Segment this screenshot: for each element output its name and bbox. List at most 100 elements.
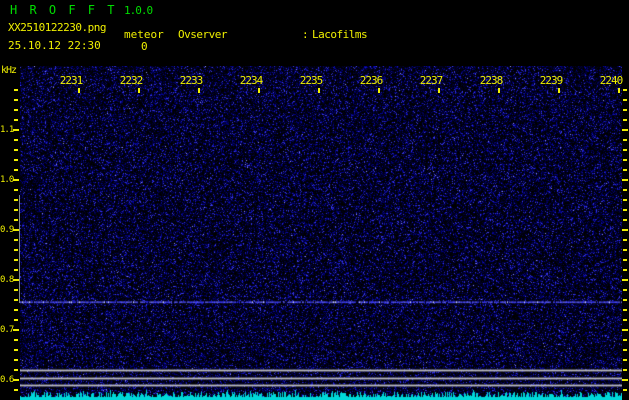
freq-tick-left [13, 229, 19, 231]
freq-tick-right [623, 369, 627, 371]
freq-tick-left [14, 139, 18, 141]
freq-tick-right [623, 209, 627, 211]
freq-tick-left [14, 159, 18, 161]
freq-tick-left [13, 129, 19, 131]
freq-tick-label: 0.7 [0, 325, 14, 335]
info-value: Lacofilms [312, 28, 368, 41]
time-tick-label: 2233 [179, 74, 204, 87]
freq-tick-right [623, 99, 627, 101]
freq-tick-right [623, 219, 627, 221]
time-tick-label: 2238 [479, 74, 504, 87]
freq-tick-left [14, 239, 18, 241]
freq-tick-right [623, 319, 627, 321]
time-tick-label: 2236 [359, 74, 384, 87]
echo-count: 0 [141, 40, 148, 53]
freq-tick-left [14, 349, 18, 351]
freq-tick-left [13, 379, 19, 381]
time-tick-label: 2235 [299, 74, 324, 87]
freq-tick-label: 1.0 [0, 175, 14, 185]
time-tick [258, 88, 260, 93]
time-tick [618, 88, 620, 93]
freq-tick-left [14, 189, 18, 191]
time-tick-label: 2234 [239, 74, 264, 87]
time-tick [198, 88, 200, 93]
info-label: Ovserver [178, 28, 227, 41]
freq-tick-right [622, 129, 628, 131]
info-row-observer: Ovserver: Lacofilms [178, 29, 453, 41]
time-tick-label: 2232 [119, 74, 144, 87]
freq-tick-left [14, 269, 18, 271]
time-tick [558, 88, 560, 93]
freq-tick-left [13, 279, 19, 281]
freq-tick-label: 0.6 [0, 375, 14, 385]
freq-tick-right [623, 249, 627, 251]
freq-tick-left [13, 329, 19, 331]
freq-tick-right [623, 349, 627, 351]
freq-tick-left [14, 89, 18, 91]
freq-tick-left [13, 179, 19, 181]
time-tick [78, 88, 80, 93]
capture-filename: XX2510122230.png [8, 21, 106, 34]
freq-tick-right [623, 149, 627, 151]
freq-tick-right [623, 189, 627, 191]
freq-tick-right [623, 339, 627, 341]
freq-tick-left [14, 309, 18, 311]
freq-tick-label: 1.1 [0, 125, 14, 135]
freq-tick-right [623, 309, 627, 311]
freq-tick-right [623, 389, 627, 391]
freq-tick-right [623, 199, 627, 201]
freq-tick-right [622, 229, 628, 231]
freq-tick-right [623, 299, 627, 301]
freq-tick-left [14, 259, 18, 261]
freq-tick-right [623, 259, 627, 261]
freq-tick-right [622, 329, 628, 331]
time-tick-label: 2231 [59, 74, 84, 87]
freq-tick-left [14, 99, 18, 101]
capture-timestamp: 25.10.12 22:30 [8, 39, 101, 52]
freq-tick-right [623, 359, 627, 361]
freq-tick-right [623, 169, 627, 171]
freq-tick-right [623, 109, 627, 111]
freq-tick-left [14, 389, 18, 391]
time-tick [498, 88, 500, 93]
app-version: 1.0.0 [124, 4, 153, 17]
freq-tick-right [623, 89, 627, 91]
freq-tick-left [14, 249, 18, 251]
freq-tick-right [623, 139, 627, 141]
freq-tick-right [623, 269, 627, 271]
freq-tick-left [14, 369, 18, 371]
freq-tick-label: 0.8 [0, 275, 14, 285]
freq-tick-right [622, 179, 628, 181]
freq-tick-left [14, 339, 18, 341]
info-separator: : [302, 28, 309, 41]
freq-tick-left [14, 299, 18, 301]
freq-tick-left [14, 359, 18, 361]
freq-tick-left [14, 209, 18, 211]
freq-tick-label: 0.9 [0, 225, 14, 235]
freq-tick-left [14, 109, 18, 111]
freq-tick-left [14, 199, 18, 201]
freq-tick-right [623, 289, 627, 291]
freq-axis-unit-label: kHz [1, 65, 17, 76]
freq-tick-left [14, 219, 18, 221]
time-tick [318, 88, 320, 93]
freq-tick-left [14, 169, 18, 171]
freq-tick-right [623, 239, 627, 241]
app-title: H R O F F T [10, 3, 117, 17]
freq-tick-right [622, 379, 628, 381]
time-tick [438, 88, 440, 93]
vertical-marker-line [19, 195, 20, 303]
time-tick-label: 2240 [599, 74, 624, 87]
spectrogram-canvas [20, 66, 622, 400]
time-tick [138, 88, 140, 93]
time-tick-label: 2237 [419, 74, 444, 87]
time-tick-label: 2239 [539, 74, 564, 87]
freq-tick-right [623, 119, 627, 121]
time-tick [378, 88, 380, 93]
hrofft-window: H R O F F T 1.0.0 XX2510122230.png meteo… [0, 0, 629, 400]
freq-tick-right [623, 159, 627, 161]
freq-tick-left [14, 289, 18, 291]
freq-tick-left [14, 119, 18, 121]
freq-tick-right [622, 279, 628, 281]
freq-tick-left [14, 319, 18, 321]
